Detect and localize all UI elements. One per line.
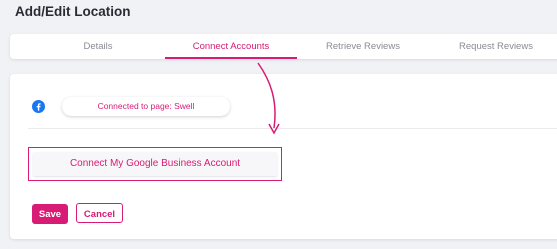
tab-connect-accounts[interactable]: Connect Accounts <box>165 34 297 59</box>
tab-retrieve-reviews[interactable]: Retrieve Reviews <box>310 34 416 59</box>
save-button[interactable]: Save <box>32 204 68 224</box>
tab-request-reviews[interactable]: Request Reviews <box>443 34 549 59</box>
tab-details[interactable]: Details <box>50 34 146 59</box>
facebook-connection-status: Connected to page: Swell <box>62 97 230 116</box>
divider <box>28 128 557 129</box>
tab-bar: Details Connect Accounts Retrieve Review… <box>10 34 557 59</box>
cancel-button[interactable]: Cancel <box>76 203 123 223</box>
facebook-icon <box>32 100 45 113</box>
connect-google-label: Connect My Google Business Account <box>33 152 277 176</box>
connect-google-button[interactable]: Connect My Google Business Account <box>28 147 282 181</box>
page-title: Add/Edit Location <box>15 4 131 19</box>
connect-accounts-panel: Connected to page: Swell Connect My Goog… <box>10 74 557 239</box>
